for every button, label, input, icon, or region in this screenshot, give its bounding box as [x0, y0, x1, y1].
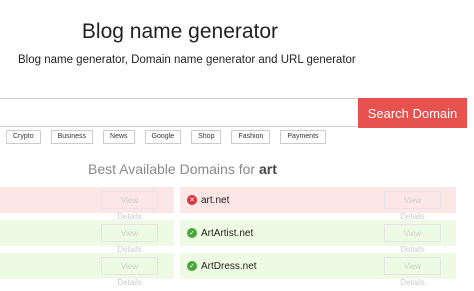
- result-row-0: View Details ✕ art.net View Details: [0, 187, 456, 221]
- result-row-2: View Details ✓ ArtDress.net View Details: [0, 253, 456, 287]
- tag-fashion[interactable]: Fashion: [231, 130, 271, 144]
- result-row-1: View Details ✓ ArtArtist.net View Detail…: [0, 220, 456, 254]
- tag-crypto[interactable]: Crypto: [6, 130, 41, 144]
- domain-search-input[interactable]: [0, 98, 357, 127]
- domain-entry: ✓ ArtArtist.net: [187, 225, 253, 241]
- check-icon: ✓: [187, 261, 197, 271]
- tag-news[interactable]: News: [103, 130, 135, 144]
- domain-entry: ✕ art.net: [187, 192, 229, 208]
- cross-icon: ✕: [187, 195, 197, 205]
- domain-entry: ✓ ArtDress.net: [187, 258, 257, 274]
- view-details-button[interactable]: View Details: [101, 191, 158, 221]
- results-keyword: art: [258, 161, 277, 177]
- check-icon: ✓: [187, 228, 197, 238]
- domain-result-panel: ✓ ArtArtist.net View Details: [180, 220, 456, 254]
- page-subtitle: Blog name generator, Domain name generat…: [18, 54, 356, 66]
- view-details-button[interactable]: View Details: [384, 191, 441, 221]
- suggestion-panel: View Details: [0, 253, 174, 287]
- view-details-button[interactable]: View Details: [384, 257, 441, 287]
- category-tags: Crypto Business News Google Shop Fashion…: [6, 130, 326, 144]
- page-title: Blog name generator: [81, 20, 279, 43]
- results-heading: Best Available Domains for art: [88, 161, 277, 177]
- view-details-button[interactable]: View Details: [384, 224, 441, 254]
- tag-business[interactable]: Business: [50, 130, 94, 144]
- results-heading-prefix: Best Available Domains for: [88, 161, 256, 177]
- search-domain-button[interactable]: Search Domain: [358, 98, 467, 128]
- domain-result-panel: ✕ art.net View Details: [180, 187, 456, 221]
- domain-name: ArtDress.net: [201, 260, 257, 272]
- tag-google[interactable]: Google: [144, 130, 182, 144]
- domain-result-panel: ✓ ArtDress.net View Details: [180, 253, 456, 287]
- suggestion-panel: View Details: [0, 187, 174, 221]
- domain-name: ArtArtist.net: [201, 227, 254, 239]
- view-details-button[interactable]: View Details: [101, 257, 158, 287]
- view-details-button[interactable]: View Details: [101, 224, 158, 254]
- suggestion-panel: View Details: [0, 220, 174, 254]
- domain-name: art.net: [201, 194, 230, 206]
- tag-shop[interactable]: Shop: [191, 130, 222, 144]
- tag-payments[interactable]: Payments: [280, 130, 326, 144]
